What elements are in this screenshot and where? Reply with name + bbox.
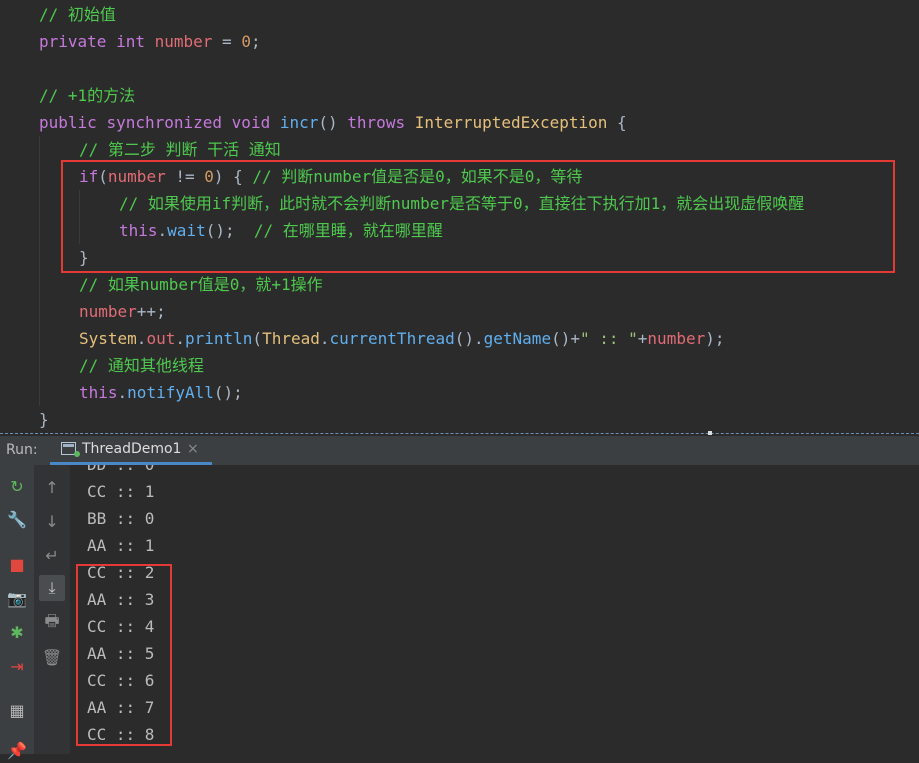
code-token: { xyxy=(607,113,627,132)
code-line: // 如果number值是0，就+1操作 xyxy=(79,271,323,298)
code-token: // 初始值 xyxy=(39,5,116,24)
code-token: . xyxy=(319,329,330,348)
run-toolbar: ↻ 🔧 ■ 📷 ✱ ⇥ ▦ 📌 xyxy=(0,465,34,760)
code-token: ); xyxy=(705,329,725,348)
camera-icon[interactable]: 📷 xyxy=(4,585,30,611)
code-line: System.out.println(Thread.currentThread(… xyxy=(79,325,724,352)
code-line: private int number = 0; xyxy=(39,28,261,55)
console-line: CC :: 1 xyxy=(87,482,155,501)
print-icon[interactable]: 🖶 xyxy=(39,610,65,636)
code-line: // +1的方法 xyxy=(39,82,135,109)
code-token: currentThread xyxy=(329,329,455,348)
code-token: number xyxy=(79,302,137,321)
wrench-icon[interactable]: 🔧 xyxy=(4,506,30,532)
rerun-icon[interactable]: ↻ xyxy=(4,473,30,499)
code-token: (). xyxy=(454,329,484,348)
code-token: System xyxy=(79,329,137,348)
trash-icon[interactable]: 🗑 xyxy=(39,644,65,670)
code-line: // 通知其他线程 xyxy=(79,352,204,379)
highlight-box-if-block xyxy=(61,160,895,273)
scroll-to-end-icon[interactable]: ⤓ xyxy=(39,575,65,601)
code-token: incr xyxy=(279,113,319,132)
running-indicator-icon xyxy=(74,451,80,457)
code-token: synchronized xyxy=(106,113,223,132)
code-token: = xyxy=(212,32,242,51)
code-token: . xyxy=(117,383,128,402)
code-token: ; xyxy=(250,32,261,51)
code-token: 0 xyxy=(241,32,251,51)
code-line: number++; xyxy=(79,298,166,325)
indent-guide xyxy=(39,136,40,406)
code-token: this xyxy=(79,383,118,402)
code-token: getName xyxy=(483,329,552,348)
exit-icon[interactable]: ⇥ xyxy=(4,653,30,679)
code-token: void xyxy=(231,113,271,132)
code-token: + xyxy=(637,329,648,348)
up-arrow-icon[interactable]: ↑ xyxy=(39,474,65,500)
code-token: " :: " xyxy=(579,329,638,348)
code-token: notifyAll xyxy=(127,383,214,402)
code-token: InterruptedException xyxy=(414,113,608,132)
code-token: // +1的方法 xyxy=(39,86,136,105)
code-token: throws xyxy=(347,113,406,132)
soft-wrap-icon[interactable]: ↵ xyxy=(39,542,65,568)
code-token: println xyxy=(184,329,253,348)
pin-icon[interactable]: 📌 xyxy=(4,737,30,763)
run-panel-header: Run: ThreadDemo1 × xyxy=(0,436,919,465)
code-token: out xyxy=(146,329,176,348)
code-token: int xyxy=(116,32,145,51)
code-token: ++; xyxy=(136,302,166,321)
code-token: . xyxy=(175,329,185,348)
code-token: ( xyxy=(252,329,263,348)
console-line: BB :: 0 xyxy=(87,509,155,528)
console-line: DD :: 0 xyxy=(87,465,154,478)
code-token: ()+ xyxy=(551,329,580,348)
divider-handle[interactable] xyxy=(708,431,712,435)
code-editor[interactable]: // 初始值 private int number = 0; // +1的方法 pub… xyxy=(0,0,919,433)
code-token: // 如果number值是0，就+1操作 xyxy=(79,275,323,294)
stop-icon[interactable]: ■ xyxy=(4,551,30,577)
tab-threaddemo1[interactable]: ThreadDemo1 × xyxy=(50,436,212,465)
code-token: } xyxy=(39,410,49,429)
highlight-box-output xyxy=(76,564,172,746)
code-token: // 第二步 判断 干活 通知 xyxy=(79,140,281,159)
code-token: // 通知其他线程 xyxy=(79,356,204,375)
console-output[interactable]: DD :: 0CC :: 1BB :: 0AA :: 1CC :: 2AA ::… xyxy=(71,465,919,754)
code-line: this.notifyAll(); xyxy=(79,379,243,406)
code-line: // 初始值 xyxy=(39,1,116,28)
console-line: AA :: 1 xyxy=(87,536,155,555)
layout-icon[interactable]: ▦ xyxy=(4,697,30,723)
panel-divider[interactable] xyxy=(0,433,919,434)
tab-title: ThreadDemo1 xyxy=(82,441,182,457)
close-icon[interactable]: × xyxy=(187,436,199,463)
code-token: number xyxy=(154,32,213,51)
run-label: Run: xyxy=(6,442,38,458)
code-token: private xyxy=(39,32,107,51)
code-token: Thread xyxy=(262,329,320,348)
code-token: public xyxy=(39,113,97,132)
code-line: // 第二步 判断 干活 通知 xyxy=(79,136,281,163)
code-line: } xyxy=(39,406,49,433)
code-line: public synchronized void incr() throws I… xyxy=(39,109,627,136)
console-toolbar: ↑ ↓ ↵ ⤓ 🖶 🗑 xyxy=(34,465,71,754)
code-token: number xyxy=(647,329,706,348)
down-arrow-icon[interactable]: ↓ xyxy=(39,508,65,534)
debug-icon[interactable]: ✱ xyxy=(4,619,30,645)
code-token: (); xyxy=(213,383,243,402)
code-token: . xyxy=(136,329,147,348)
code-token: () xyxy=(318,113,348,132)
